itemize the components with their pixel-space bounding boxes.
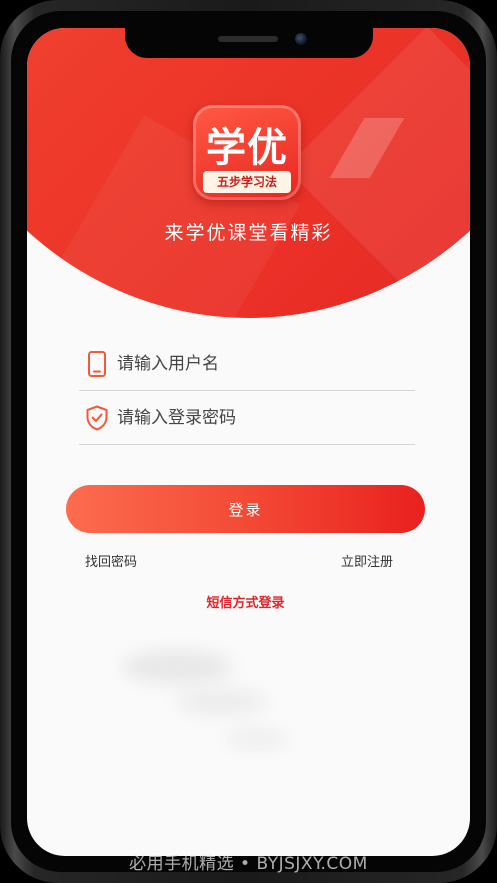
app-screen: 学优 五步学习法 来学优课堂看精彩 登录 找回密码 立即注册 短信方式登录 — [27, 28, 470, 856]
username-field — [79, 339, 415, 391]
hero-decoration — [285, 28, 470, 310]
app-tagline: 来学优课堂看精彩 — [164, 222, 333, 244]
blurred-decoration — [122, 650, 232, 684]
blurred-decoration — [177, 688, 267, 716]
username-input[interactable] — [117, 349, 407, 379]
forgot-password-link[interactable]: 找回密码 — [85, 551, 137, 570]
sms-login-link[interactable]: 短信方式登录 — [27, 592, 464, 611]
watermark: 必用手机精选 • BYJSJXY.COM — [129, 854, 368, 874]
logo-text: 学优 — [206, 125, 288, 171]
phone-icon — [88, 351, 106, 377]
blurred-decoration — [227, 728, 287, 750]
phone-notch — [125, 26, 373, 58]
login-button[interactable]: 登录 — [66, 485, 425, 533]
password-field — [79, 393, 415, 445]
app-logo: 学优 五步学习法 — [193, 105, 301, 200]
logo-ribbon: 五步学习法 — [203, 171, 291, 193]
password-input[interactable] — [117, 403, 407, 433]
shield-check-icon — [86, 405, 108, 431]
front-camera — [295, 33, 307, 45]
register-link[interactable]: 立即注册 — [341, 551, 393, 570]
phone-speaker — [218, 36, 278, 42]
